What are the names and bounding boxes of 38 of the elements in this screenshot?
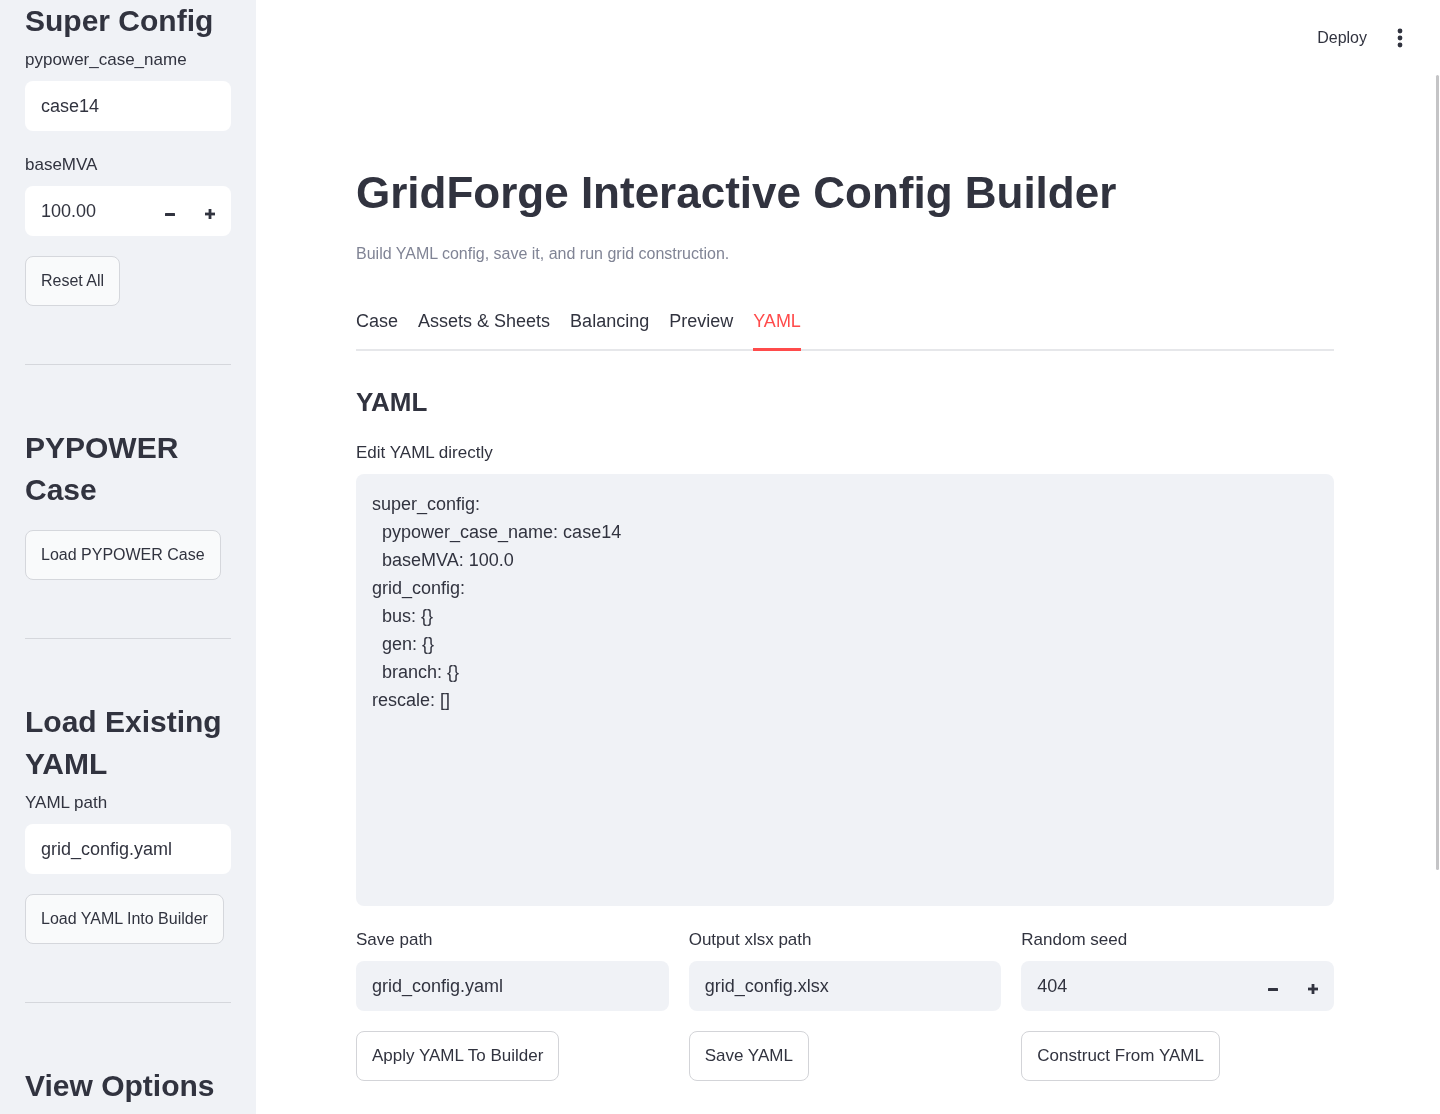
deploy-button[interactable]: Deploy bbox=[1309, 21, 1375, 55]
tab[interactable]: Preview bbox=[669, 304, 734, 351]
yaml-text-area[interactable]: super_config: pypower_case_name: case14 baseMVA: 100.0 grid_config: bus: {} gen: {} branch: {} rescale: [] bbox=[356, 474, 1334, 906]
tab[interactable]: Balancing bbox=[570, 304, 650, 351]
minus-icon[interactable] bbox=[1268, 987, 1278, 991]
section-heading: Load Existing YAML bbox=[25, 704, 223, 782]
number-input-field[interactable]: 404 bbox=[1021, 961, 1334, 1011]
field-label: YAML path bbox=[25, 792, 108, 814]
plus-icon[interactable] bbox=[205, 209, 215, 219]
text-input-field[interactable]: grid_config.yaml bbox=[356, 961, 669, 1011]
text-input-field[interactable]: grid_config.yaml bbox=[25, 824, 231, 874]
page-title: GridForge Interactive Config Builder bbox=[356, 167, 1117, 219]
tab[interactable]: Case bbox=[356, 304, 399, 351]
action-button[interactable]: Save YAML bbox=[688, 1031, 809, 1081]
section-heading: Super Config bbox=[25, 3, 215, 39]
plus-icon[interactable] bbox=[1308, 984, 1318, 994]
section-heading: YAML bbox=[356, 386, 428, 419]
action-button[interactable]: Load YAML Into Builder bbox=[25, 894, 224, 944]
tab[interactable]: Assets & Sheets bbox=[418, 304, 551, 351]
text-input-field[interactable]: case14 bbox=[25, 81, 231, 131]
text-input-field[interactable]: grid_config.xlsx bbox=[688, 961, 1002, 1011]
scrollbar-thumb[interactable] bbox=[1436, 75, 1439, 870]
field-label: Edit YAML directly bbox=[356, 442, 493, 464]
field-label: baseMVA bbox=[25, 154, 98, 176]
field-label: Output xlsx path bbox=[688, 929, 812, 951]
field-label: Save path bbox=[356, 929, 433, 951]
more-menu-icon[interactable] bbox=[1397, 28, 1403, 48]
action-button[interactable]: Reset All bbox=[25, 256, 121, 306]
field-label: pypower_case_name bbox=[25, 49, 187, 71]
field-label: Random seed bbox=[1021, 929, 1128, 951]
minus-icon[interactable] bbox=[165, 212, 175, 216]
page-subtitle: Build YAML config, save it, and run grid construction. bbox=[356, 244, 730, 264]
action-button[interactable]: Load PYPOWER Case bbox=[25, 530, 221, 580]
section-heading: PYPOWER Case bbox=[25, 430, 180, 508]
action-button[interactable]: Apply YAML To Builder bbox=[356, 1031, 560, 1081]
number-input-field[interactable]: 100.00 bbox=[25, 186, 231, 236]
action-button[interactable]: Construct From YAML bbox=[1021, 1031, 1220, 1081]
section-heading: View Options bbox=[25, 1068, 216, 1104]
